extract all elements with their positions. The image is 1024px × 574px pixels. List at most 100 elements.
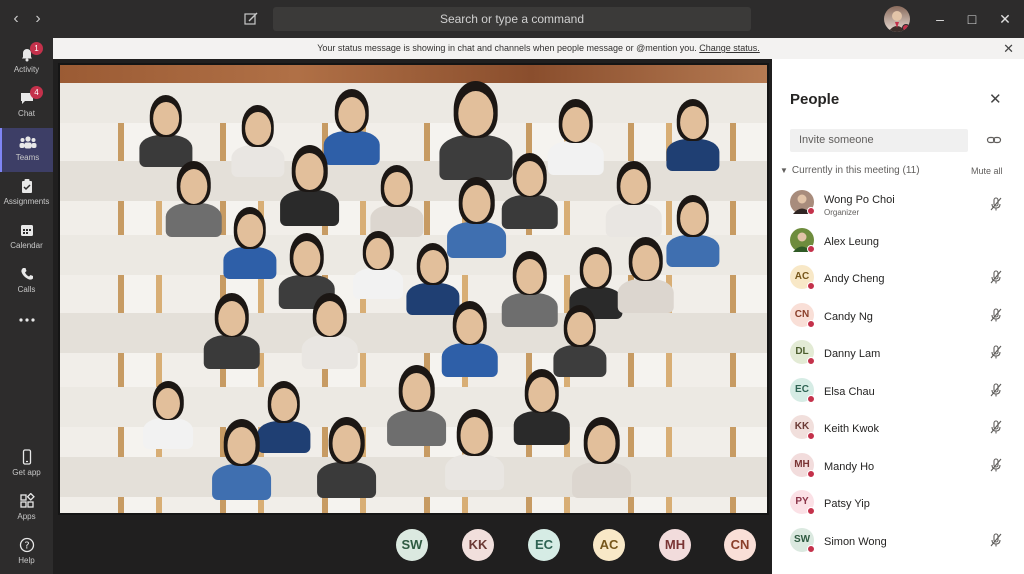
rail-item-get-app[interactable]: Get app — [0, 443, 53, 487]
search-input[interactable]: Search or type a command — [273, 7, 751, 31]
attendee-figure — [604, 161, 664, 238]
rail-label: Chat — [18, 109, 35, 118]
chevron-down-icon: ▼ — [780, 166, 788, 175]
participant-avatar[interactable]: AC — [593, 529, 625, 561]
mic-muted-icon[interactable] — [988, 196, 1004, 212]
attendee-figure — [300, 293, 360, 370]
section-toggle[interactable]: ▼ Currently in this meeting (11) — [780, 165, 920, 176]
close-icon[interactable]: ✕ — [1003, 38, 1014, 59]
avatar — [790, 227, 815, 253]
left-rail: Activity 1 Chat 4 Teams Assignments Cale… — [0, 38, 53, 574]
participant-row[interactable]: CN Candy Ng — [772, 299, 1024, 336]
rail-item-teams[interactable]: Teams — [0, 128, 53, 172]
mic-muted-icon[interactable] — [988, 344, 1004, 360]
attendee-figure — [500, 251, 560, 328]
attendee-figure — [512, 369, 572, 446]
status-busy-icon — [902, 24, 910, 32]
attendee-figure — [385, 365, 448, 446]
status-busy-icon — [807, 432, 815, 440]
avatar: SW — [790, 527, 815, 553]
avatar — [790, 190, 815, 215]
more-icon — [18, 312, 36, 328]
participant-avatar[interactable]: CN — [724, 529, 756, 561]
mic-muted-icon[interactable] — [988, 307, 1004, 323]
status-busy-icon — [807, 244, 815, 253]
change-status-link[interactable]: Change status. — [699, 43, 760, 53]
link-icon[interactable] — [986, 132, 1002, 148]
mic-muted-icon[interactable] — [988, 382, 1004, 398]
apps-icon — [18, 492, 36, 509]
rail-label: Get app — [12, 468, 41, 477]
participant-row[interactable]: MH Mandy Ho — [772, 449, 1024, 486]
rail-item-calendar[interactable]: Calendar — [0, 216, 53, 260]
attendee-figure — [440, 301, 500, 378]
notification-badge: 1 — [30, 42, 43, 55]
close-window-icon[interactable]: ✕ — [995, 9, 1015, 29]
maximize-icon[interactable]: □ — [962, 9, 982, 29]
status-busy-icon — [807, 544, 815, 553]
help-icon: ? — [18, 537, 36, 553]
participant-name: Patsy Yip — [824, 498, 870, 510]
avatar: PY — [790, 490, 815, 515]
rail-label: Calls — [17, 285, 36, 294]
status-busy-icon — [807, 282, 815, 290]
participant-row[interactable]: SW Simon Wong — [772, 524, 1024, 561]
svg-text:?: ? — [24, 541, 29, 552]
attendee-figure — [210, 419, 273, 500]
attendee-figure — [405, 243, 461, 315]
compose-icon[interactable] — [240, 8, 262, 30]
avatar: KK — [790, 415, 815, 440]
participant-row[interactable]: Wong Po Choi Organizer — [772, 186, 1024, 223]
assignments-icon — [18, 178, 36, 194]
rail-label: Activity — [13, 65, 40, 74]
participant-avatar[interactable]: MH — [659, 529, 691, 561]
participant-avatar[interactable]: SW — [396, 529, 428, 561]
panel-title: People — [790, 91, 840, 108]
participant-name: Elsa Chau — [824, 385, 875, 398]
participant-row[interactable]: Alex Leung — [772, 224, 1024, 261]
attendee-figure — [278, 145, 341, 226]
mic-muted-icon[interactable] — [988, 419, 1004, 435]
rail-item-apps[interactable]: Apps — [0, 487, 53, 531]
participant-row[interactable]: AC Andy Cheng — [772, 261, 1024, 298]
avatar: AC — [790, 265, 815, 290]
mute-all-button[interactable]: Mute all — [971, 166, 1003, 176]
attendee-figure — [443, 409, 506, 490]
rail-item-calls[interactable]: Calls — [0, 260, 53, 304]
mic-muted-icon[interactable] — [988, 532, 1004, 548]
mic-muted-icon[interactable] — [988, 269, 1004, 285]
minimize-icon[interactable]: – — [930, 9, 950, 29]
calendar-icon — [18, 222, 36, 238]
participant-row[interactable]: PY Patsy Yip — [772, 486, 1024, 523]
rail-item-assignments[interactable]: Assignments — [0, 172, 53, 216]
participant-name: Wong Po Choi — [824, 194, 895, 206]
forward-icon[interactable]: › — [28, 9, 48, 29]
participant-row[interactable]: EC Elsa Chau — [772, 374, 1024, 411]
rail-item-help[interactable]: ? Help — [0, 531, 53, 574]
meeting-stage: SW KK EC AC MH CN — [53, 59, 772, 574]
participant-name: Keith Kwok — [824, 423, 880, 435]
rail-item-more[interactable] — [0, 306, 53, 350]
participant-name: Alex Leung — [824, 235, 880, 248]
participant-row[interactable]: KK Keith Kwok — [772, 411, 1024, 448]
attendee-figure — [164, 161, 224, 238]
participant-name: Danny Lam — [824, 348, 881, 360]
attendee-figure — [445, 177, 508, 258]
participant-avatar[interactable]: EC — [528, 529, 560, 561]
invite-input[interactable]: Invite someone — [790, 129, 968, 152]
participant-row[interactable]: DL Danny Lam — [772, 336, 1024, 373]
attendee-figure — [138, 95, 194, 167]
attendee-figure — [202, 293, 262, 370]
section-label: Currently in this meeting (11) — [791, 165, 920, 176]
back-icon[interactable]: ‹ — [6, 9, 26, 29]
close-icon[interactable]: ✕ — [989, 90, 1002, 108]
notification-badge: 4 — [30, 86, 43, 99]
attendee-figure — [437, 81, 514, 180]
rail-item-chat[interactable]: Chat 4 — [0, 84, 53, 128]
user-avatar[interactable] — [884, 6, 910, 32]
rail-item-activity[interactable]: Activity 1 — [0, 40, 53, 84]
participant-avatar[interactable]: KK — [462, 529, 494, 561]
status-busy-icon — [807, 319, 815, 328]
mic-muted-icon[interactable] — [988, 457, 1004, 473]
attendee-figure — [500, 153, 560, 230]
